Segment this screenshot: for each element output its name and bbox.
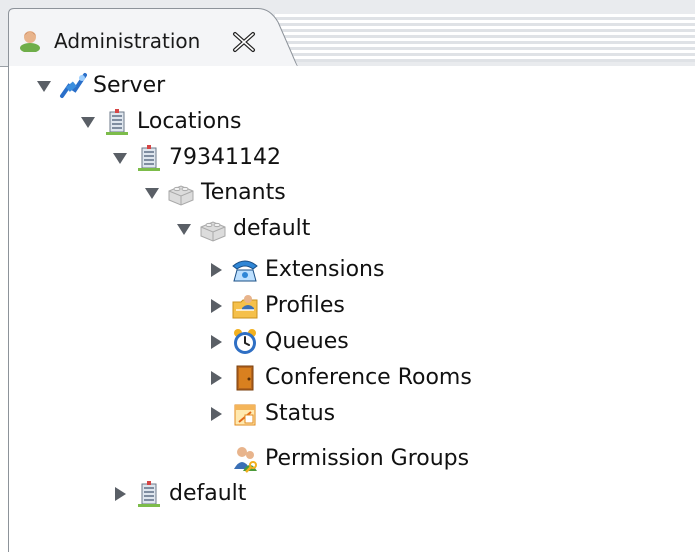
tree-node-tenant-default[interactable]: default bbox=[175, 213, 310, 245]
brick-icon bbox=[167, 179, 195, 207]
expand-toggle-icon[interactable] bbox=[143, 184, 161, 202]
tree-node-profiles[interactable]: Profiles bbox=[207, 290, 345, 322]
tree-node-label: Conference Rooms bbox=[265, 365, 472, 390]
tree-node-label: Tenants bbox=[201, 180, 286, 205]
tree-node-label: Server bbox=[93, 73, 166, 98]
collapsed-toggle-icon[interactable] bbox=[207, 369, 225, 387]
tab-strip: Administration bbox=[0, 0, 695, 67]
tree-node-label: Extensions bbox=[265, 257, 385, 282]
door-icon bbox=[231, 364, 259, 392]
expand-toggle-icon[interactable] bbox=[175, 220, 193, 238]
tree-node-server[interactable]: Server bbox=[35, 70, 165, 102]
building-icon bbox=[103, 108, 131, 136]
profile-folder-icon bbox=[231, 292, 259, 320]
collapsed-toggle-icon[interactable] bbox=[207, 297, 225, 315]
collapsed-toggle-icon[interactable] bbox=[207, 333, 225, 351]
collapsed-toggle-icon[interactable] bbox=[207, 261, 225, 279]
tree-panel: Server Locations 79341142 Tenants defaul… bbox=[8, 66, 695, 552]
tree-node-label: default bbox=[233, 216, 311, 241]
tree-node-location-default[interactable]: default bbox=[111, 478, 246, 510]
tab-administration[interactable]: Administration bbox=[8, 8, 298, 67]
administration-tree: Server Locations 79341142 Tenants defaul… bbox=[9, 66, 695, 552]
tree-node-label: Permission Groups bbox=[265, 446, 470, 471]
tree-node-extensions[interactable]: Extensions bbox=[207, 254, 384, 286]
tree-node-location-79341142[interactable]: 79341142 bbox=[111, 142, 281, 174]
tab-strip-background bbox=[275, 14, 695, 62]
tree-node-label: Profiles bbox=[265, 293, 345, 318]
server-plug-icon bbox=[59, 72, 87, 100]
user-icon bbox=[18, 28, 42, 53]
tree-node-label: Queues bbox=[265, 329, 349, 354]
expand-toggle-icon[interactable] bbox=[111, 149, 129, 167]
tree-node-label: 79341142 bbox=[169, 145, 281, 170]
collapsed-toggle-icon[interactable] bbox=[111, 485, 129, 503]
tab-title: Administration bbox=[54, 29, 201, 53]
permission-group-icon bbox=[231, 445, 259, 473]
collapsed-toggle-icon[interactable] bbox=[207, 405, 225, 423]
tree-node-status[interactable]: Status bbox=[207, 398, 335, 430]
tree-node-tenants[interactable]: Tenants bbox=[143, 177, 286, 209]
tree-node-conference-rooms[interactable]: Conference Rooms bbox=[207, 362, 472, 394]
tree-node-label: default bbox=[169, 481, 247, 506]
tree-node-label: Locations bbox=[137, 109, 242, 134]
building-icon bbox=[135, 144, 163, 172]
tree-node-locations[interactable]: Locations bbox=[79, 106, 242, 138]
telephone-icon bbox=[231, 256, 259, 284]
tree-node-label: Status bbox=[265, 401, 336, 426]
expand-toggle-icon[interactable] bbox=[35, 77, 53, 95]
alarm-clock-icon bbox=[231, 328, 259, 356]
status-icon bbox=[231, 400, 259, 428]
building-icon bbox=[135, 480, 163, 508]
expand-toggle-icon[interactable] bbox=[79, 113, 97, 131]
tree-node-queues[interactable]: Queues bbox=[207, 326, 349, 358]
tree-node-permission-groups[interactable]: Permission Groups bbox=[207, 443, 469, 475]
close-icon[interactable] bbox=[232, 31, 256, 53]
brick-icon bbox=[199, 215, 227, 243]
